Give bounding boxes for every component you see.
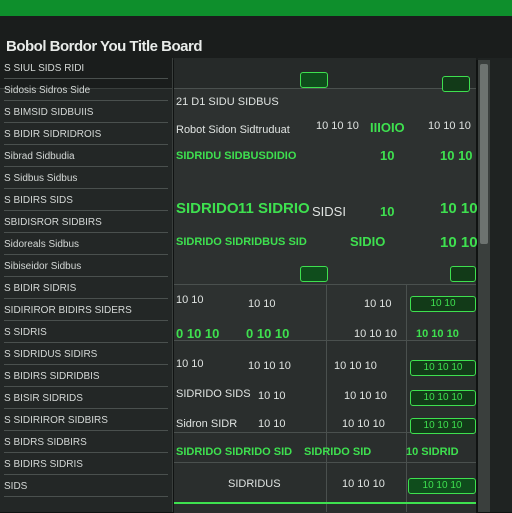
sidebar-item-label: S Sidbus Sidbus — [4, 173, 78, 184]
sidebar-item-label: S BIDIRS SIDRIDBIS — [4, 371, 100, 382]
row8-badge[interactable]: 10 10 10 — [410, 418, 476, 434]
row6-c1: 10 10 — [176, 358, 204, 370]
sidebar-item[interactable]: S BIDIRS SIDS — [4, 194, 168, 211]
row5-c1: 0 10 10 — [176, 326, 220, 341]
sidebar-item[interactable]: SIDS — [4, 480, 168, 497]
row7-c2: 10 10 — [258, 390, 286, 402]
sidebar-item[interactable]: S SIDRIDUS SIDIRS — [4, 348, 168, 365]
row8-c1: Sidron SIDR — [176, 418, 238, 430]
sidebar-item-label: S SIDRIDUS SIDIRS — [4, 349, 98, 360]
row8-c3: 10 10 10 — [342, 418, 385, 430]
sidebar-item-label: S BIDRS SIDBIRS — [4, 437, 87, 448]
row2-value: 11 SIDRIO — [238, 200, 310, 217]
row-divider — [174, 462, 476, 463]
sidebar-item[interactable]: S BIMSID SIDBUIIS — [4, 106, 168, 123]
sidebar-item[interactable]: S BIDIRS SIDRIS — [4, 458, 168, 475]
column-divider — [326, 284, 327, 512]
sidebar-item[interactable]: SBIDISROR SIDBIRS — [4, 216, 168, 233]
row6-c2: 10 10 10 — [248, 360, 291, 372]
row9-c1: SIDRIDO SIDRIDO SID — [176, 446, 293, 458]
sidebar-item[interactable]: S BISIR SIDRIDS — [4, 392, 168, 409]
row2-value2: 10 — [380, 204, 395, 219]
header-col3: 10 10 10 — [316, 120, 359, 132]
sidebar-item-label: S BIDIR SIDRIDROIS — [4, 129, 102, 140]
row10-badge[interactable]: 10 10 10 — [408, 478, 476, 494]
row6-c3: 10 10 10 — [334, 360, 377, 372]
row4-c2: 10 10 — [248, 298, 276, 310]
sidebar-item[interactable]: S SIDIRIROR SIDBIRS — [4, 414, 168, 431]
row3-label: SIDRIDO SIDRIDBUS SID — [176, 236, 307, 248]
row7-c1: SIDRIDO SIDS — [176, 388, 251, 400]
row3-value: SIDIO — [350, 234, 386, 249]
header-col4: IIIOIO — [370, 120, 405, 135]
sidebar-item[interactable]: S SIDRIS — [4, 326, 168, 343]
bottom-accent-line — [174, 502, 476, 504]
row1-value: 10 — [380, 148, 395, 163]
sidebar-item[interactable]: S SIUL SIDS RIDI — [4, 62, 168, 79]
sidebar-item-label: S SIDIRIROR SIDBIRS — [4, 415, 108, 426]
sidebar-item-label: Sidosis Sidros Side — [4, 85, 91, 96]
sidebar-item-label: SBIDISROR SIDBIRS — [4, 217, 102, 228]
header-col1: 21 D1 SIDU SIDBUS — [176, 96, 279, 108]
sidebar-item-label: Sibrad Sidbudia — [4, 151, 75, 162]
row4-c3: 10 10 — [364, 298, 392, 310]
sidebar-item[interactable]: S BIDIR SIDRIS — [4, 282, 168, 299]
row7-c3: 10 10 10 — [344, 390, 387, 402]
sidebar-item-label: S SIUL SIDS RIDI — [4, 63, 85, 74]
sidebar-item[interactable]: S BIDIR SIDRIDROIS — [4, 128, 168, 145]
row2-value3: 10 10 — [440, 200, 478, 217]
row5-c3: 10 10 10 — [354, 328, 397, 340]
sidebar-item[interactable]: Sibrad Sidbudia — [4, 150, 168, 167]
row2-mid: SIDSI — [312, 204, 346, 219]
row9-c3: 10 SIDRID — [406, 446, 459, 458]
row6-badge[interactable]: 10 10 10 — [410, 360, 476, 376]
row10-c2: 10 10 10 — [342, 478, 385, 490]
sidebar-item[interactable]: S BIDRS SIDBIRS — [4, 436, 168, 453]
row1-value2: 10 10 — [440, 148, 473, 163]
sidebar-item[interactable]: SIDIRIROR BIDIRS SIDERS — [4, 304, 168, 321]
sidebar-item-label: Sibiseidor Sidbus — [4, 261, 82, 272]
row9-c2: SIDRIDO SID — [304, 446, 372, 458]
sidebar-item[interactable]: Sibiseidor Sidbus — [4, 260, 168, 277]
sidebar-item-label: S BISIR SIDRIDS — [4, 393, 83, 404]
row1-label: SIDRIDU SIDBUSDIDIO — [176, 150, 297, 162]
main-panel: 21 D1 SIDU SIDBUS Robot Sidon Sidtruduat… — [174, 58, 478, 513]
row10-c1: SIDRIDUS — [228, 478, 281, 490]
row3-value2: 10 10 — [440, 234, 478, 251]
pane-badge[interactable] — [450, 266, 476, 282]
sidebar-item-label: S BIDIRS SIDRIS — [4, 459, 83, 470]
row5-c2: 0 10 10 — [246, 326, 290, 341]
header-col5: 10 10 10 — [428, 120, 471, 132]
row4-badge[interactable]: 10 10 — [410, 296, 476, 312]
top-accent-bar — [0, 0, 512, 16]
app-title: Bobol Bordor You Title Board — [6, 38, 203, 55]
row-divider — [174, 284, 476, 285]
sidebar-item-label: SIDIRIROR BIDIRS SIDERS — [4, 305, 132, 316]
row2-label: SIDRIDO — [176, 200, 239, 217]
sidebar-item[interactable]: S Sidbus Sidbus — [4, 172, 168, 189]
pane-badge — [300, 266, 328, 282]
sidebar-item[interactable]: S BIDIRS SIDRIDBIS — [4, 370, 168, 387]
sidebar-item-label: SIDS — [4, 481, 28, 492]
sidebar-item-label: S SIDRIS — [4, 327, 47, 338]
sidebar-item[interactable]: Sidoreals Sidbus — [4, 238, 168, 255]
sidebar-item-label: S BIDIRS SIDS — [4, 195, 73, 206]
scrollbar-thumb[interactable] — [480, 64, 488, 244]
column-divider — [406, 284, 407, 512]
row7-badge[interactable]: 10 10 10 — [410, 390, 476, 406]
status-badge — [300, 72, 328, 88]
sidebar-item-label: S BIMSID SIDBUIIS — [4, 107, 94, 118]
row5-c4: 10 10 10 — [416, 328, 459, 340]
sidebar-item-label: S BIDIR SIDRIS — [4, 283, 77, 294]
sidebar-item-label: Sidoreals Sidbus — [4, 239, 80, 250]
header-col2: Robot Sidon Sidtruduat — [176, 124, 290, 136]
toggle-badge[interactable] — [442, 76, 470, 92]
row4-c1: 10 10 — [176, 294, 204, 306]
row8-c2: 10 10 — [258, 418, 286, 430]
sidebar-item[interactable]: Sidosis Sidros Side — [4, 84, 168, 101]
